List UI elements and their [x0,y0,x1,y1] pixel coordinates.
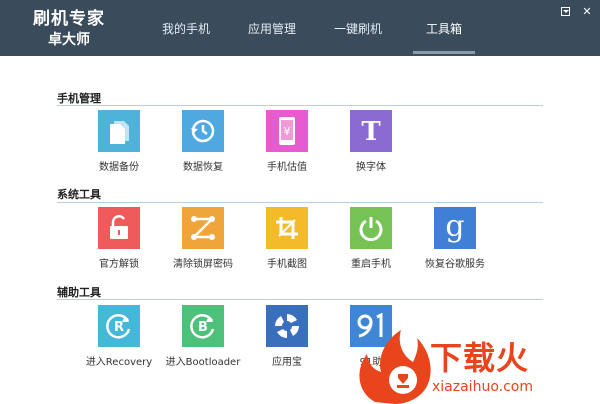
power-icon [350,207,392,249]
tool-label: 重启手机 [351,259,391,270]
tool-data-backup[interactable]: 数据备份 [77,110,161,182]
tool-label: 清除锁屏密码 [173,259,233,270]
tool-screenshot[interactable]: 手机截图 [245,207,329,279]
tool-label: 应用宝 [272,357,302,368]
crop-icon [266,207,308,249]
bootloader-b-icon: B [182,305,224,347]
tool-enter-bootloader[interactable]: B 进入Bootloader [161,305,245,377]
svg-text:R: R [114,320,124,335]
tab-my-phone[interactable]: 我的手机 [143,0,229,56]
section-divider [57,299,543,300]
tool-label: 官方解锁 [99,259,139,270]
close-button[interactable]: ✕ [578,3,596,19]
svg-text:B: B [198,320,208,335]
tab-app-management[interactable]: 应用管理 [229,0,315,56]
app-title: 刷机专家 [33,9,105,29]
tool-label: 进入Recovery [85,357,153,368]
tool-enter-recovery[interactable]: R 进入Recovery [77,305,161,377]
clock-restore-icon [182,110,224,152]
section-title-auxiliary-tools: 辅助工具 [57,286,101,299]
yingyongbao-icon [266,305,308,347]
section-divider [57,202,543,203]
tool-restore-google-services[interactable]: g 恢复谷歌服务 [413,207,497,279]
tool-label: 手机估值 [267,162,307,173]
tab-toolbox[interactable]: 工具箱 [401,0,487,56]
phone-yen-icon: ¥ [266,110,308,152]
title-bar: 刷机专家 卓大师 我的手机 应用管理 一键刷机 工具箱 ✕ [0,0,600,56]
svg-text:T: T [361,117,381,145]
tool-official-unlock[interactable]: 官方解锁 [77,207,161,279]
unlock-icon [98,207,140,249]
watermark-subtext: xiazaihuo.com [432,379,533,395]
menu-button[interactable] [556,3,574,19]
section-title-system-tools: 系统工具 [57,188,101,201]
menu-icon [560,6,570,16]
recovery-r-icon: R [98,305,140,347]
watermark-text: 下载火 [430,339,530,377]
tab-one-click-flash[interactable]: 一键刷机 [315,0,401,56]
app-logo: 刷机专家 卓大师 [14,8,124,50]
tool-data-restore[interactable]: 数据恢复 [161,110,245,182]
tool-phone-valuation[interactable]: ¥ 手机估值 [245,110,329,182]
tool-label: 进入Bootloader [165,357,241,368]
main-nav: 我的手机 应用管理 一键刷机 工具箱 [143,0,487,56]
tool-change-font[interactable]: T 换字体 [329,110,413,182]
svg-text:g: g [445,212,464,244]
section-divider [57,105,543,106]
tool-reboot-phone[interactable]: 重启手机 [329,207,413,279]
tool-yingyongbao[interactable]: 应用宝 [245,305,329,377]
tool-label: 数据备份 [99,162,139,173]
tool-label: 恢复谷歌服务 [425,259,485,270]
section-title-phone-management: 手机管理 [57,92,101,105]
app-subtitle: 卓大师 [48,32,90,48]
document-copy-icon [98,110,140,152]
font-t-icon: T [350,110,392,152]
tool-clear-lock-password[interactable]: 清除锁屏密码 [161,207,245,279]
tool-label: 手机截图 [267,259,307,270]
pattern-lock-icon [182,207,224,249]
window-controls: ✕ [556,3,596,19]
svg-text:¥: ¥ [284,125,291,138]
tool-label: 换字体 [356,162,386,173]
google-g-icon: g [434,207,476,249]
tool-label: 数据恢复 [183,162,223,173]
